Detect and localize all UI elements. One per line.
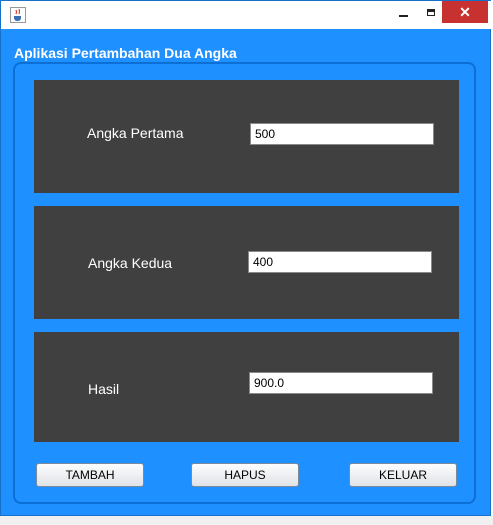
add-button[interactable]: TAMBAH — [36, 463, 144, 487]
close-button[interactable]: ✕ — [442, 1, 488, 23]
second-number-input[interactable] — [248, 251, 432, 273]
close-icon: ✕ — [459, 3, 471, 20]
panel-title: Aplikasi Pertambahan Dua Angka — [14, 45, 237, 61]
minimize-button[interactable] — [390, 1, 416, 23]
clear-button[interactable]: HAPUS — [191, 463, 299, 487]
first-number-label: Angka Pertama — [87, 125, 184, 141]
result-label: Hasil — [88, 381, 120, 397]
maximize-icon — [427, 8, 435, 16]
minimize-icon — [398, 15, 408, 17]
result-input[interactable] — [249, 372, 433, 394]
maximize-button[interactable] — [418, 1, 444, 23]
title-bar: ✕ — [1, 1, 492, 29]
second-number-label: Angka Kedua — [88, 255, 173, 271]
exit-button[interactable]: KELUAR — [349, 463, 457, 487]
java-cup-icon — [10, 7, 26, 23]
desktop-strip — [0, 516, 493, 525]
first-number-input[interactable] — [250, 123, 434, 145]
